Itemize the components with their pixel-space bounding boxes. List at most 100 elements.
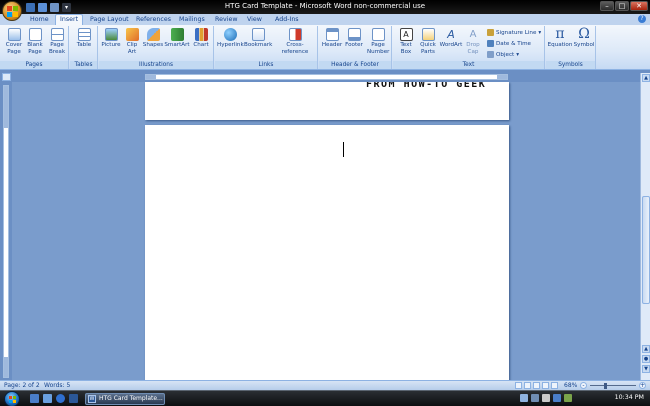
shapes-icon [146,28,160,41]
quick-parts-button[interactable]: Quick Parts [418,28,438,55]
start-button[interactable] [4,391,20,406]
date-time-button[interactable]: Date & Time [487,40,531,47]
taskbar: W HTG Card Template... 10:34 PM [0,390,650,406]
select-browse-object-button[interactable]: ● [642,355,650,363]
web-layout-icon[interactable] [533,382,540,389]
security-icon[interactable] [553,394,561,402]
network-icon[interactable] [531,394,539,402]
picture-button[interactable]: Picture [100,28,122,49]
globe-icon [223,28,237,41]
header-button[interactable]: Header [321,28,343,49]
ribbon: Cover Page Blank Page Page Break Pages T… [0,25,650,70]
document-page[interactable] [145,125,509,380]
header-icon [325,28,339,41]
vertical-ruler[interactable] [3,85,9,378]
print-layout-icon[interactable] [515,382,522,389]
zoom-slider-thumb[interactable] [604,383,607,389]
word-icon[interactable] [69,394,78,403]
equation-button[interactable]: π Equation [547,27,573,49]
smartart-button[interactable]: SmartArt [164,28,190,49]
tab-add-ins[interactable]: Add-Ins [275,15,299,25]
close-button[interactable]: ✕ [630,1,648,11]
omega-icon: Ω [578,26,590,42]
cover-page-icon [7,28,21,41]
group-links: Hyperlink Bookmark Cross-reference Links [215,26,318,69]
page-indicator[interactable]: Page: 2 of 2 [4,382,40,390]
shapes-button[interactable]: Shapes [142,28,164,49]
zoom-out-button[interactable]: - [580,382,587,389]
office-logo-icon [7,6,18,17]
signature-line-button[interactable]: Signature Line ▾ [487,29,541,36]
draft-icon[interactable] [551,382,558,389]
footer-icon [347,28,361,41]
symbol-button[interactable]: Ω Symbol [573,26,595,49]
show-desktop-icon[interactable] [30,394,39,403]
table-button[interactable]: Table [74,28,94,49]
next-page-button[interactable]: ▼ [642,365,650,373]
chart-button[interactable]: Chart [191,28,211,49]
office-button[interactable] [2,1,22,21]
wordart-icon: A [447,28,455,41]
group-pages: Cover Page Blank Page Page Break Pages [0,26,69,69]
zoom-in-button[interactable]: + [639,382,646,389]
vertical-scrollbar[interactable]: ▲ ▲ ● ▼ [640,73,650,380]
horizontal-ruler[interactable] [145,74,508,80]
table-icon [77,28,91,41]
clip-art-icon [125,28,139,41]
volume-icon[interactable] [542,394,550,402]
internet-explorer-icon[interactable] [56,394,65,403]
cover-page-button[interactable]: Cover Page [4,28,24,55]
outline-icon[interactable] [542,382,549,389]
scroll-up-button[interactable]: ▲ [642,74,650,82]
footer-button[interactable]: Footer [343,28,365,49]
picture-icon [104,28,118,41]
taskbar-word-window[interactable]: W HTG Card Template... [85,393,165,405]
tray-app-icon[interactable] [564,394,572,402]
page-number-button[interactable]: Page Number [367,28,389,55]
page-break-icon [50,28,64,41]
blank-page-button[interactable]: Blank Page [25,28,45,55]
group-symbols: π Equation Ω Symbol Symbols [546,26,596,69]
chart-icon [194,28,208,41]
minimize-button[interactable]: – [600,1,614,11]
word-count[interactable]: Words: 5 [44,382,70,390]
tab-review[interactable]: Review [215,15,237,25]
page-break-button[interactable]: Page Break [47,28,67,55]
group-tables: Table Tables [70,26,98,69]
group-label-symbols: Symbols [546,61,595,69]
tab-page-layout[interactable]: Page Layout [90,15,129,25]
zoom-level[interactable]: 68% [564,382,577,389]
wordart-button[interactable]: A WordArt [439,28,463,49]
tab-home[interactable]: Home [30,15,49,25]
object-button[interactable]: Object ▾ [487,51,519,58]
group-text: A Text Box Quick Parts A WordArt A Drop … [393,26,545,69]
switch-windows-icon[interactable] [43,394,52,403]
group-label-illustrations: Illustrations [99,61,213,69]
text-box-icon: A [399,28,413,41]
window-title: HTG Card Template - Microsoft Word non-c… [224,2,426,10]
document-page[interactable]: FROM HOW-TO GEEK [145,82,509,120]
ruler-top-margin [4,86,8,128]
hyperlink-button[interactable]: Hyperlink [217,28,244,49]
zoom-slider[interactable] [590,385,636,386]
help-icon[interactable]: ? [638,15,646,23]
object-icon [487,51,494,58]
tab-mailings[interactable]: Mailings [179,15,205,25]
tab-insert[interactable]: Insert [55,14,84,25]
drop-cap-button[interactable]: A Drop Cap [464,28,482,55]
scrollbar-thumb[interactable] [642,196,650,304]
tab-references[interactable]: References [136,15,171,25]
maximize-button[interactable]: □ [615,1,629,11]
word-document-icon: W [88,395,96,403]
language-icon[interactable] [520,394,528,402]
tab-selector[interactable] [2,73,11,81]
clip-art-button[interactable]: Clip Art [122,28,142,55]
bookmark-button[interactable]: Bookmark [244,28,272,49]
previous-page-button[interactable]: ▲ [642,345,650,353]
group-label-tables: Tables [70,61,97,69]
cross-reference-button[interactable]: Cross-reference [273,28,317,55]
tab-view[interactable]: View [247,15,262,25]
clock[interactable]: 10:34 PM [615,394,644,401]
full-screen-reading-icon[interactable] [524,382,531,389]
text-box-button[interactable]: A Text Box [396,28,416,55]
